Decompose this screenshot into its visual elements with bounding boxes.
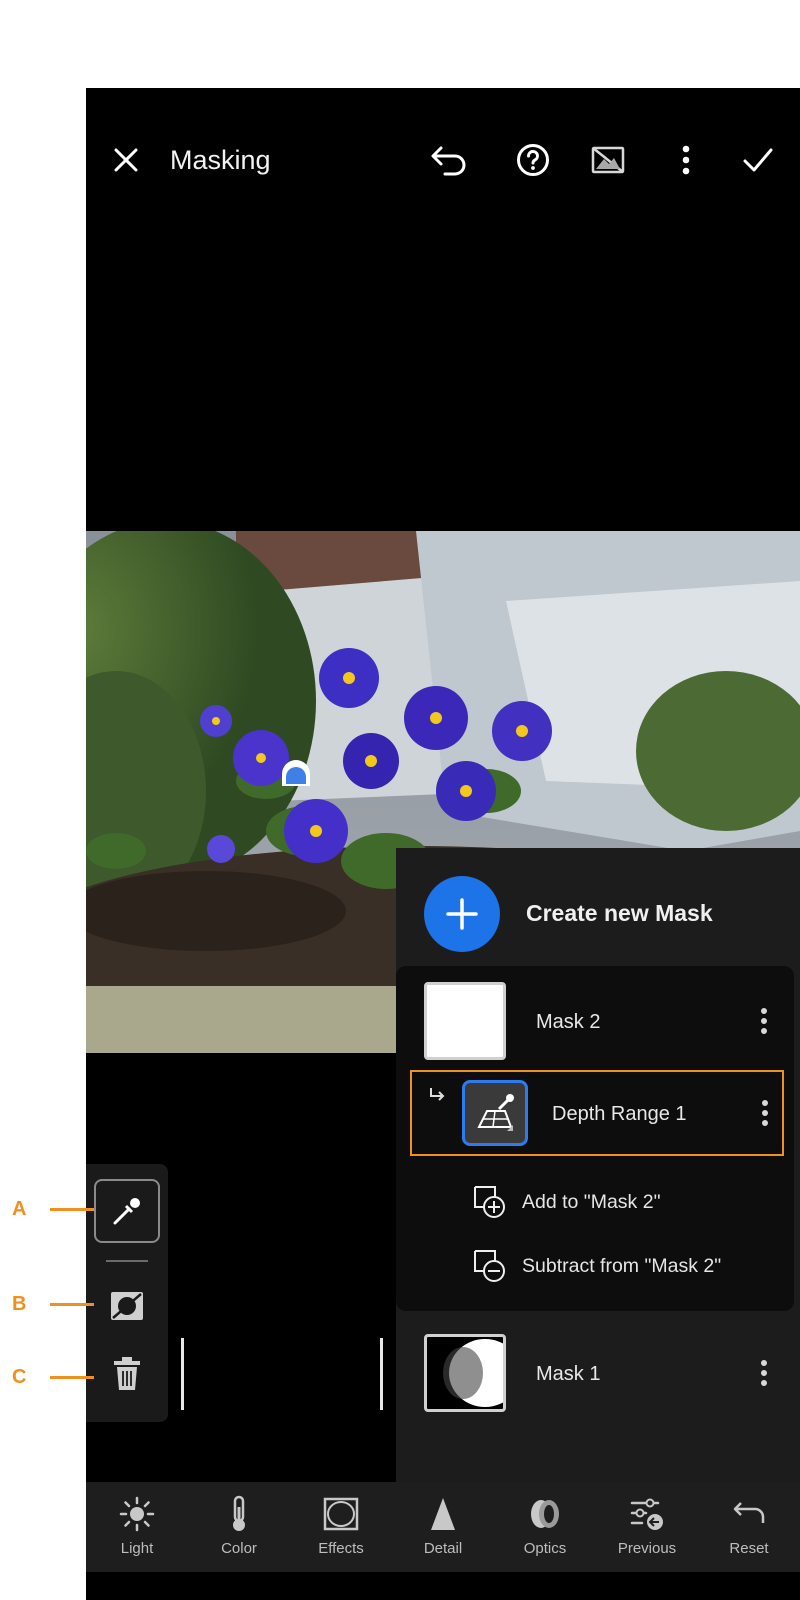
callout-a: A — [12, 1198, 95, 1221]
callout-b: B — [12, 1293, 95, 1316]
edit-toolbar: Light Color Effects Detail Optics Previo… — [86, 1482, 800, 1572]
tool-divider — [106, 1260, 148, 1262]
toolbar-label-reset: Reset — [729, 1540, 769, 1557]
close-icon[interactable] — [106, 140, 146, 180]
toolbar-label-detail: Detail — [423, 1540, 463, 1557]
range-slider-right-handle[interactable] — [380, 1338, 383, 1410]
sun-icon — [117, 1494, 157, 1534]
add-mask-icon — [474, 1186, 505, 1218]
undo-icon[interactable] — [429, 140, 469, 180]
more-vert-icon[interactable] — [666, 140, 706, 180]
create-mask-button[interactable] — [424, 876, 500, 952]
toolbar-label-effects: Effects — [318, 1540, 364, 1557]
mask-group-mask-2: Mask 2 Depth Range 1 Add to "Mask 2" Sub… — [396, 966, 794, 1311]
previous-settings-icon — [627, 1494, 667, 1534]
masking-screen: Masking Create new Mask Mask 2 Depth Ran… — [86, 88, 800, 1600]
thermometer-icon — [219, 1494, 259, 1534]
toolbar-item-detail[interactable]: Detail — [392, 1482, 494, 1572]
overlay-toggle-icon[interactable] — [588, 140, 628, 180]
toolbar-label-optics: Optics — [523, 1540, 567, 1557]
mask-2-more-icon[interactable] — [759, 1008, 769, 1034]
vignette-icon — [321, 1494, 361, 1534]
toolbar-label-color: Color — [221, 1540, 257, 1557]
subtract-from-mask-label: Subtract from "Mask 2" — [522, 1254, 722, 1277]
page-title: Masking — [170, 145, 271, 175]
mask-1-more-icon[interactable] — [759, 1360, 769, 1386]
callout-c-letter: C — [12, 1366, 27, 1388]
depth-range-row[interactable]: Depth Range 1 — [410, 1070, 784, 1156]
callout-c: C — [12, 1366, 95, 1389]
toolbar-item-color[interactable]: Color — [188, 1482, 290, 1572]
toolbar-label-light: Light — [120, 1540, 154, 1557]
subtract-mask-icon — [474, 1250, 505, 1282]
toolbar-item-previous[interactable]: Previous — [596, 1482, 698, 1572]
lens-icon — [525, 1494, 565, 1534]
toolbar-item-reset[interactable]: Reset — [698, 1482, 800, 1572]
add-to-mask-button[interactable]: Add to "Mask 2" — [472, 1184, 661, 1220]
mask-tools-strip — [86, 1164, 168, 1422]
depth-range-icon — [462, 1080, 528, 1146]
mask-1-thumbnail[interactable] — [424, 1334, 506, 1412]
add-to-mask-label: Add to "Mask 2" — [522, 1190, 661, 1213]
mask-2-thumbnail[interactable] — [424, 982, 506, 1060]
trash-icon[interactable] — [106, 1354, 148, 1394]
check-icon[interactable] — [738, 140, 778, 180]
toolbar-item-optics[interactable]: Optics — [494, 1482, 596, 1572]
mask-1-name[interactable]: Mask 1 — [536, 1363, 600, 1386]
help-icon[interactable] — [513, 140, 553, 180]
toolbar-label-previous: Previous — [617, 1540, 677, 1557]
range-slider-left-handle[interactable] — [181, 1338, 184, 1410]
callout-a-letter: A — [12, 1198, 27, 1220]
create-mask-label[interactable]: Create new Mask — [526, 900, 713, 927]
depth-range-more-icon[interactable] — [760, 1100, 770, 1126]
toolbar-item-light[interactable]: Light — [86, 1482, 188, 1572]
reset-icon — [729, 1494, 769, 1534]
mask-2-name[interactable]: Mask 2 — [536, 1011, 600, 1034]
mask-panel: Create new Mask Mask 2 Depth Range 1 Add… — [396, 848, 800, 1510]
depth-range-name: Depth Range 1 — [552, 1103, 687, 1125]
callout-b-letter: B — [12, 1293, 27, 1315]
invert-mask-icon[interactable] — [106, 1286, 148, 1326]
subtract-from-mask-button[interactable]: Subtract from "Mask 2" — [472, 1248, 721, 1284]
toolbar-item-effects[interactable]: Effects — [290, 1482, 392, 1572]
subitem-arrow-icon — [428, 1086, 448, 1109]
eyedropper-icon[interactable] — [94, 1179, 160, 1243]
triangle-icon — [423, 1494, 463, 1534]
